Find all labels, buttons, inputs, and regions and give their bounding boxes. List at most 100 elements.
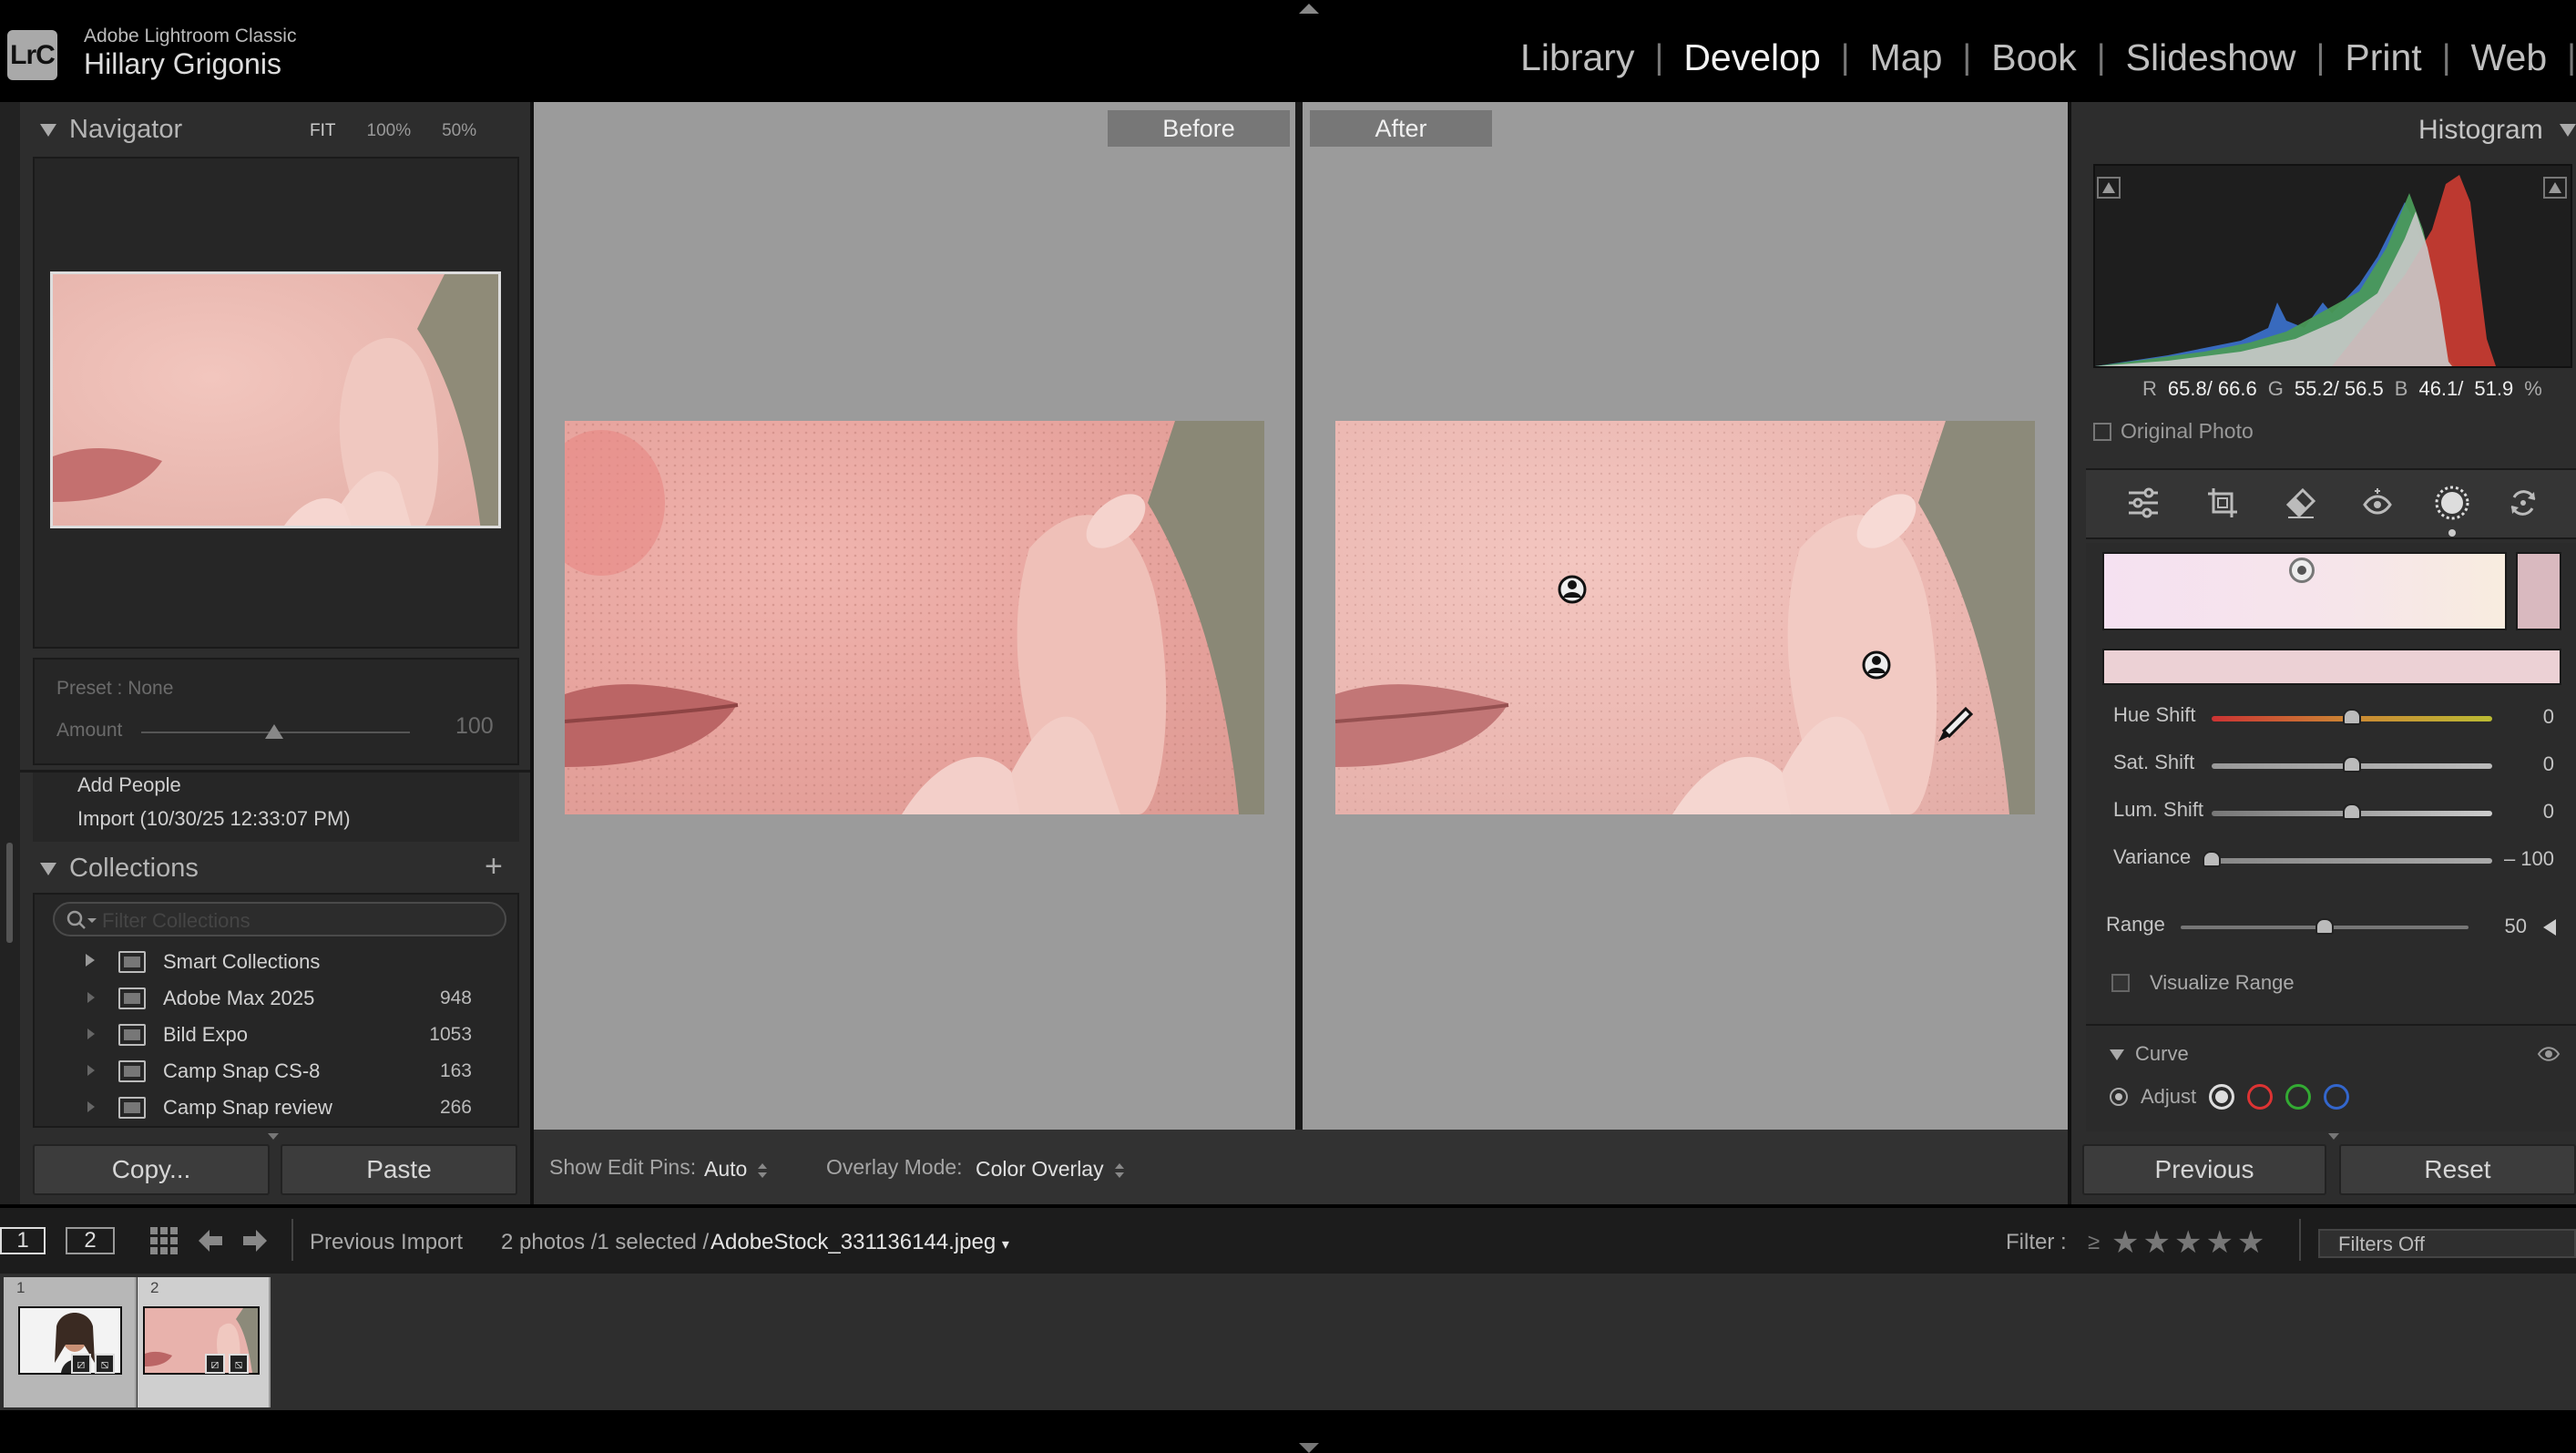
zoom-fit[interactable]: FIT [310, 121, 336, 141]
redeye-icon[interactable] [2357, 483, 2397, 523]
reset-tool-icon[interactable] [2503, 483, 2543, 523]
forward-arrow-icon[interactable] [241, 1228, 269, 1258]
sliders-icon[interactable] [2123, 483, 2163, 523]
slider-value: 0 [2542, 752, 2554, 775]
slider-knob[interactable] [2343, 756, 2361, 773]
curve-channel-green[interactable] [2285, 1084, 2312, 1110]
add-collection-icon[interactable]: + [485, 849, 503, 885]
top-panel-toggle-icon[interactable] [1299, 4, 1319, 14]
collection-row[interactable]: Adobe Max 2025 948 [33, 982, 519, 1018]
collection-row[interactable]: Camp Snap review 266 [33, 1091, 519, 1128]
collection-name: Camp Snap review [163, 1096, 332, 1119]
history-item[interactable]: Add People [77, 773, 181, 797]
person-pin-icon[interactable] [1862, 650, 1891, 680]
panel-expand-icon[interactable] [268, 1133, 279, 1140]
r-label: R [2142, 377, 2157, 400]
previous-button[interactable]: Previous [2082, 1144, 2326, 1195]
star-rating-filter[interactable]: ★★★★★ [2111, 1224, 2268, 1261]
filmstrip-cell[interactable]: 1 ⧄ ⧅ [4, 1277, 137, 1407]
expand-icon[interactable] [86, 954, 95, 967]
visualize-range-toggle[interactable]: Visualize Range [2111, 971, 2295, 995]
shadow-clipping-icon[interactable] [2097, 177, 2121, 199]
collections-header[interactable]: Collections [40, 854, 199, 884]
curve-channel-red[interactable] [2247, 1084, 2274, 1110]
slider-track[interactable] [2212, 858, 2492, 864]
amount-slider-knob[interactable] [265, 724, 283, 739]
range-slider-knob[interactable] [2315, 918, 2334, 935]
histogram-graph[interactable] [2093, 164, 2572, 368]
module-book[interactable]: Book [1971, 36, 2096, 79]
filter-collections-input[interactable]: Filter Collections [53, 902, 506, 936]
histogram-title[interactable]: Histogram [2418, 115, 2543, 146]
reset-button[interactable]: Reset [2339, 1144, 2576, 1195]
eraser-icon[interactable] [2281, 483, 2321, 523]
module-library[interactable]: Library [1500, 36, 1654, 79]
person-pin-icon[interactable] [1558, 575, 1587, 604]
expand-icon[interactable] [87, 1028, 95, 1039]
before-photo[interactable] [565, 421, 1264, 814]
left-scrollbar[interactable] [6, 843, 13, 943]
collection-count: 163 [439, 1060, 472, 1081]
filename[interactable]: AdobeStock_331136144.jpeg ▾ [710, 1230, 1009, 1255]
history-item[interactable]: Import (10/30/25 12:33:07 PM) [77, 807, 351, 831]
filter-select[interactable]: Filters Off [2318, 1229, 2576, 1258]
crop-icon[interactable] [2203, 483, 2243, 523]
panel-expand-icon[interactable] [2328, 1133, 2339, 1140]
grid-view-icon[interactable] [149, 1226, 179, 1260]
navigator-thumbnail[interactable] [50, 271, 501, 528]
checkbox[interactable] [2111, 974, 2130, 992]
adjust-radio[interactable] [2110, 1088, 2128, 1106]
expand-icon[interactable] [87, 1101, 95, 1112]
highlight-clipping-icon[interactable] [2543, 177, 2567, 199]
expand-icon[interactable] [87, 1065, 95, 1076]
page-2-button[interactable]: 2 [66, 1227, 115, 1254]
collection-set-icon [118, 1024, 146, 1046]
collection-row[interactable]: Bild Expo 1053 [33, 1018, 519, 1055]
paste-button[interactable]: Paste [281, 1144, 517, 1195]
curve-title: Curve [2135, 1042, 2189, 1065]
module-web[interactable]: Web [2451, 36, 2568, 79]
original-photo-toggle[interactable]: Original Photo [2093, 419, 2254, 444]
visualize-range-label: Visualize Range [2150, 971, 2295, 994]
rgb-readout: R 65.8/ 66.6 G 55.2/ 56.5 B 46.1/ 51.9% [2142, 377, 2542, 401]
checkbox[interactable] [2093, 422, 2111, 441]
back-arrow-icon[interactable] [197, 1228, 224, 1258]
module-develop[interactable]: Develop [1663, 36, 1840, 79]
slider-knob[interactable] [2203, 851, 2221, 867]
module-map[interactable]: Map [1850, 36, 1963, 79]
adjust-label: Adjust [2141, 1085, 2197, 1108]
collection-row[interactable]: Camp Snap CS-8 163 [33, 1055, 519, 1091]
collection-set-icon [118, 1097, 146, 1119]
curve-header[interactable]: Curve [2110, 1042, 2189, 1066]
copy-button[interactable]: Copy... [33, 1144, 270, 1195]
expand-icon[interactable] [87, 992, 95, 1003]
bottom-panel-toggle-icon[interactable] [1299, 1443, 1319, 1453]
curve-channel-blue[interactable] [2324, 1084, 2350, 1110]
navigator-header[interactable]: Navigator [40, 115, 182, 145]
curve-channel-white[interactable] [2209, 1084, 2235, 1110]
collection-row[interactable]: Smart Collections [33, 946, 519, 982]
source-label[interactable]: Previous Import [310, 1230, 463, 1255]
eye-icon[interactable] [2537, 1044, 2561, 1068]
module-print[interactable]: Print [2325, 36, 2441, 79]
overlay-mode-select[interactable]: Color Overlay [976, 1157, 1124, 1182]
zoom-100[interactable]: 100% [367, 121, 412, 141]
slider-knob[interactable] [2343, 803, 2361, 820]
navigator-image [53, 274, 498, 526]
range-expand-icon[interactable] [2543, 919, 2556, 936]
show-edit-pins-select[interactable]: Auto [704, 1157, 768, 1182]
color-target-icon[interactable] [2289, 558, 2315, 583]
selected-color-swatch[interactable] [2516, 552, 2561, 630]
page-1-button[interactable]: 1 [0, 1227, 46, 1254]
collection-count: 266 [439, 1097, 472, 1118]
zoom-50[interactable]: 50% [442, 121, 476, 141]
masking-icon[interactable] [2432, 483, 2472, 523]
greater-equal-symbol[interactable]: ≥ [2088, 1230, 2100, 1255]
filmstrip-cell-selected[interactable]: 2 ⧄ ⧅ [138, 1277, 271, 1407]
collapse-triangle-icon[interactable] [2560, 124, 2576, 137]
slider-knob[interactable] [2343, 709, 2361, 725]
module-slideshow[interactable]: Slideshow [2106, 36, 2316, 79]
after-photo[interactable] [1335, 421, 2035, 814]
after-label: After [1310, 110, 1492, 147]
before-label: Before [1108, 110, 1290, 147]
